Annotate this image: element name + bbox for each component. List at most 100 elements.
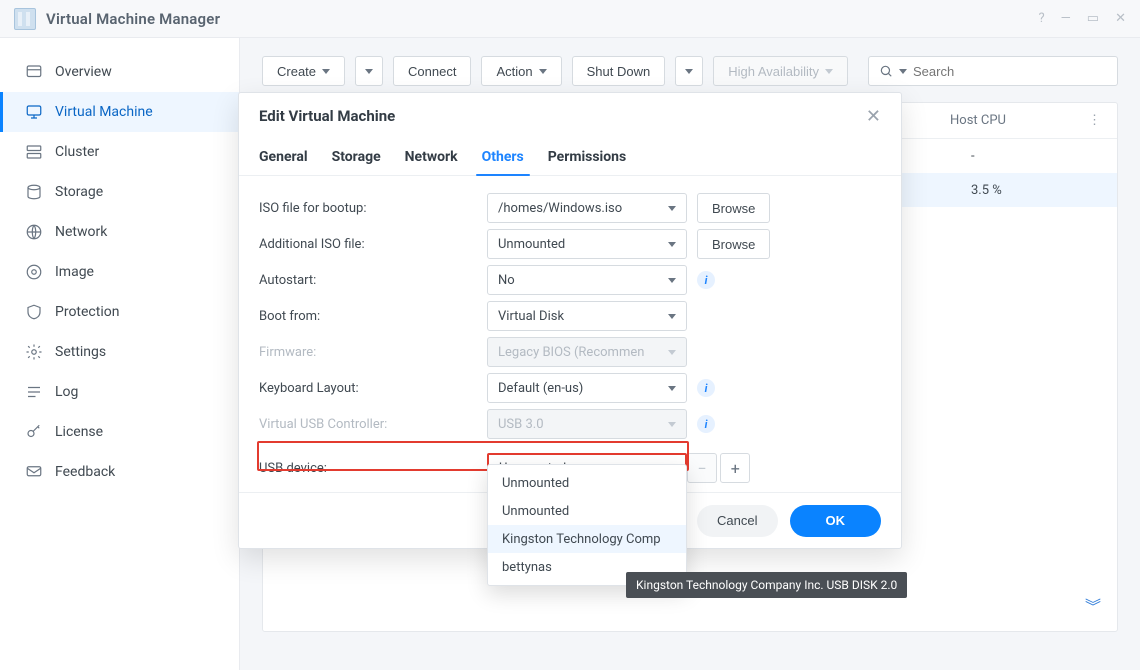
label-firmware: Firmware: [259, 345, 487, 360]
sidebar-item-image[interactable]: Image [0, 252, 239, 292]
close-icon[interactable]: ✕ [1115, 11, 1126, 26]
tab-permissions[interactable]: Permissions [548, 139, 626, 175]
toolbar: Create Connect Action Shut Down High Ava… [262, 56, 1118, 86]
sidebar-item-storage[interactable]: Storage [0, 172, 239, 212]
create-split-button[interactable] [355, 56, 383, 86]
expand-chevron-icon[interactable]: ︾ [1085, 593, 1101, 617]
window-controls: ? — ▭ ✕ [1038, 11, 1126, 26]
sidebar-item-label: Network [55, 224, 107, 240]
minimize-icon[interactable]: — [1061, 11, 1071, 26]
sidebar-item-feedback[interactable]: Feedback [0, 452, 239, 492]
app-icon [14, 8, 36, 30]
sidebar-item-label: Settings [55, 344, 106, 360]
shutdown-split-button[interactable] [675, 56, 703, 86]
label-usb-ctrl: Virtual USB Controller: [259, 417, 487, 432]
info-icon[interactable]: i [697, 271, 715, 289]
add-usb-button[interactable]: + [720, 453, 750, 483]
sidebar-item-network[interactable]: Network [0, 212, 239, 252]
network-icon [25, 223, 43, 241]
label-autostart: Autostart: [259, 273, 487, 288]
storage-icon [25, 183, 43, 201]
sidebar-item-label: Log [55, 384, 78, 400]
label-iso-add: Additional ISO file: [259, 237, 487, 252]
sidebar-item-virtual-machine[interactable]: Virtual Machine [0, 92, 239, 132]
titlebar: Virtual Machine Manager ? — ▭ ✕ [0, 0, 1140, 38]
ha-button[interactable]: High Availability [713, 56, 848, 86]
usb-option[interactable]: Unmounted [488, 469, 686, 497]
sidebar-item-label: Storage [55, 184, 103, 200]
dialog-tabs: General Storage Network Others Permissio… [239, 139, 901, 176]
sidebar: Overview Virtual Machine Cluster Storage… [0, 38, 240, 670]
search-box[interactable] [868, 56, 1118, 86]
chevron-down-icon [825, 69, 833, 74]
browse-iso-boot-button[interactable]: Browse [697, 193, 770, 223]
ok-button[interactable]: OK [790, 505, 882, 537]
shutdown-button[interactable]: Shut Down [572, 56, 666, 86]
chevron-down-icon [539, 69, 547, 74]
sidebar-item-protection[interactable]: Protection [0, 292, 239, 332]
search-icon [879, 64, 893, 78]
maximize-icon[interactable]: ▭ [1087, 11, 1099, 26]
tooltip: Kingston Technology Company Inc. USB DIS… [626, 572, 907, 598]
sidebar-item-cluster[interactable]: Cluster [0, 132, 239, 172]
sidebar-item-label: License [55, 424, 103, 440]
select-usb-ctrl: USB 3.0 [487, 409, 687, 439]
select-firmware: Legacy BIOS (Recommen [487, 337, 687, 367]
image-icon [25, 263, 43, 281]
shield-icon [25, 303, 43, 321]
remove-usb-button[interactable]: − [687, 453, 717, 483]
help-icon[interactable]: ? [1038, 11, 1044, 26]
sidebar-item-label: Virtual Machine [55, 104, 153, 120]
info-icon[interactable]: i [697, 415, 715, 433]
select-autostart[interactable]: No [487, 265, 687, 295]
cluster-icon [25, 143, 43, 161]
sidebar-item-label: Protection [55, 304, 119, 320]
sidebar-item-license[interactable]: License [0, 412, 239, 452]
select-iso-boot[interactable]: /homes/Windows.iso [487, 193, 687, 223]
connect-button[interactable]: Connect [393, 56, 471, 86]
info-icon[interactable]: i [697, 379, 715, 397]
window-title: Virtual Machine Manager [46, 10, 220, 28]
feedback-icon [25, 463, 43, 481]
chevron-down-icon [322, 69, 330, 74]
chevron-down-icon [365, 69, 373, 74]
tab-storage[interactable]: Storage [332, 139, 381, 175]
sidebar-item-label: Image [55, 264, 94, 280]
tab-network[interactable]: Network [405, 139, 458, 175]
browse-iso-add-button[interactable]: Browse [697, 229, 770, 259]
action-button[interactable]: Action [481, 56, 561, 86]
col-hostcpu[interactable]: Host CPU [950, 113, 1080, 128]
label-boot-from: Boot from: [259, 309, 487, 324]
tab-general[interactable]: General [259, 139, 308, 175]
label-usb-device: USB device: [259, 461, 487, 476]
key-icon [25, 423, 43, 441]
search-input[interactable] [913, 64, 1107, 79]
sidebar-item-overview[interactable]: Overview [0, 52, 239, 92]
sidebar-item-label: Cluster [55, 144, 99, 160]
usb-option[interactable]: Kingston Technology Comp [488, 525, 686, 553]
label-kb-layout: Keyboard Layout: [259, 381, 487, 396]
chevron-down-icon [899, 69, 907, 74]
sidebar-item-label: Feedback [55, 464, 115, 480]
cell-hostcpu: 3.5 % [971, 183, 1101, 198]
log-icon [25, 383, 43, 401]
usb-device-dropdown[interactable]: Unmounted Unmounted Kingston Technology … [487, 464, 687, 586]
sidebar-item-settings[interactable]: Settings [0, 332, 239, 372]
vm-icon [25, 103, 43, 121]
dialog-close-button[interactable]: ✕ [866, 106, 881, 127]
column-menu-icon[interactable]: ⋮ [1088, 113, 1101, 128]
select-kb-layout[interactable]: Default (en-us) [487, 373, 687, 403]
select-boot-from[interactable]: Virtual Disk [487, 301, 687, 331]
sidebar-item-label: Overview [55, 64, 112, 80]
create-button[interactable]: Create [262, 56, 345, 86]
dialog-title: Edit Virtual Machine [259, 107, 395, 125]
label-iso-boot: ISO file for bootup: [259, 201, 487, 216]
overview-icon [25, 63, 43, 81]
select-iso-add[interactable]: Unmounted [487, 229, 687, 259]
cell-hostcpu: - [971, 149, 1101, 164]
sidebar-item-log[interactable]: Log [0, 372, 239, 412]
tab-others[interactable]: Others [482, 139, 524, 175]
usb-option[interactable]: Unmounted [488, 497, 686, 525]
cancel-button[interactable]: Cancel [697, 505, 777, 537]
chevron-down-icon [685, 69, 693, 74]
